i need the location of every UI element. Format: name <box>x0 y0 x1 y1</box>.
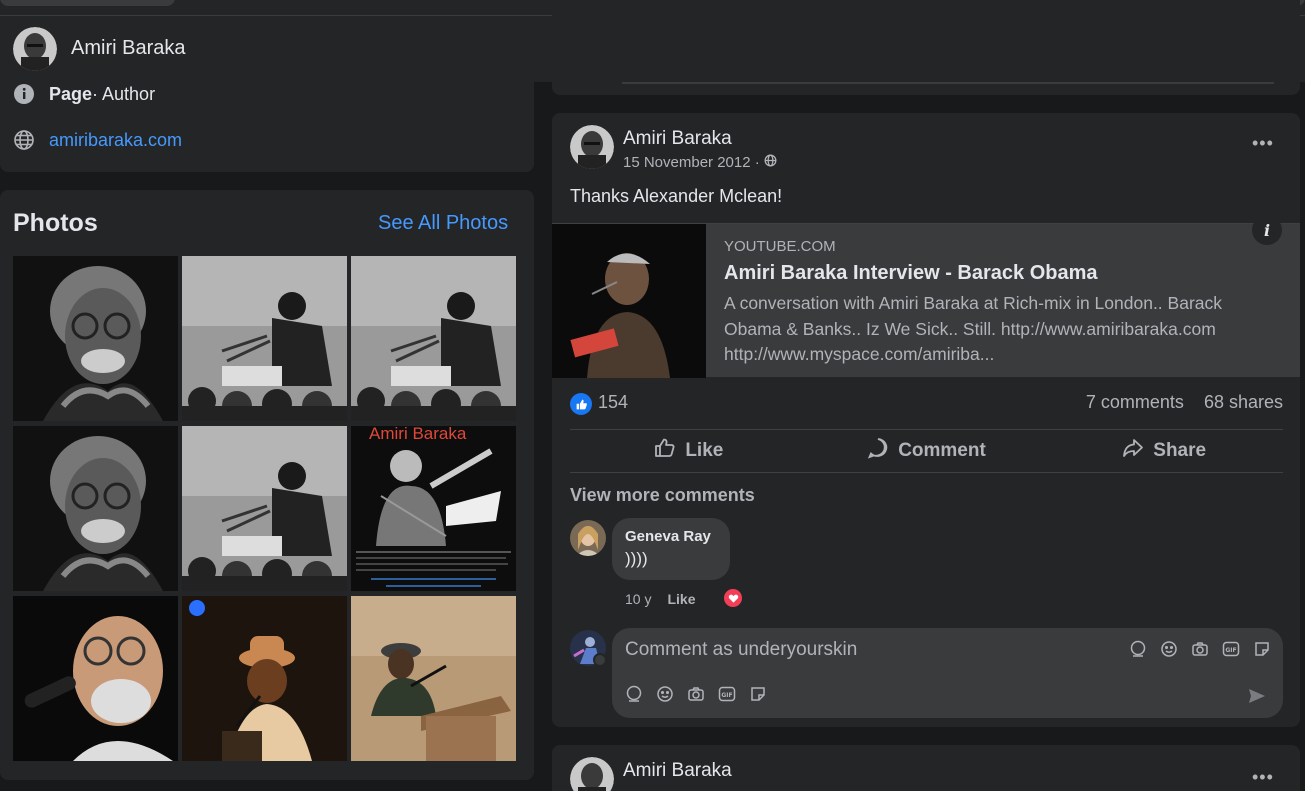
page-type-label: Page <box>49 83 93 104</box>
photos-grid: Amiri Baraka <box>13 256 517 761</box>
intro-card: Page · Author amiribaraka.com <box>0 72 534 172</box>
page-name[interactable]: Amiri Baraka <box>71 37 185 60</box>
link-title[interactable]: Amiri Baraka Interview - Barack Obama <box>724 262 1098 285</box>
gif-icon[interactable]: GIF <box>718 685 736 703</box>
photos-heading: Photos <box>13 209 98 237</box>
post-date[interactable]: 15 November 2012 · <box>623 154 760 171</box>
comment-label: Comment <box>898 440 986 461</box>
camera-icon[interactable] <box>1191 640 1209 658</box>
avatar-sticker-icon[interactable] <box>1129 640 1147 658</box>
emoji-icon[interactable] <box>656 685 674 703</box>
share-icon <box>1122 437 1144 465</box>
comment-button[interactable]: Comment <box>808 430 1046 472</box>
post-more-button[interactable]: ••• <box>1252 133 1274 154</box>
link-description: A conversation with Amiri Baraka at Rich… <box>724 293 1222 364</box>
sticker-icon[interactable] <box>749 685 767 703</box>
post-text: Thanks Alexander Mclean! <box>570 186 783 206</box>
comments-count[interactable]: 7 comments <box>1086 392 1184 412</box>
link-thumbnail[interactable] <box>552 224 706 378</box>
comment-time[interactable]: 10 y <box>625 591 651 607</box>
composer-icons-bottom: GIF <box>625 685 767 703</box>
gif-icon[interactable]: GIF <box>1222 640 1240 658</box>
comments-shares: 7 comments 68 shares <box>1086 392 1283 413</box>
photo-thumbnail[interactable] <box>13 426 178 591</box>
shares-count[interactable]: 68 shares <box>1204 392 1283 412</box>
svg-text:GIF: GIF <box>721 692 732 699</box>
emoji-icon[interactable] <box>1160 640 1178 658</box>
post-author-avatar[interactable] <box>570 757 614 791</box>
like-button[interactable]: Like <box>570 430 808 472</box>
page-category: · Author <box>92 83 156 104</box>
globe-icon <box>13 129 35 151</box>
share-button[interactable]: Share <box>1045 430 1283 472</box>
post-actions: Like Comment Share <box>570 429 1283 473</box>
photo-thumbnail[interactable] <box>351 256 516 421</box>
sticker-icon[interactable] <box>1253 640 1271 658</box>
comment-text: )))) <box>625 549 648 568</box>
photos-card: Photos See All Photos Amiri Baraka <box>0 190 534 780</box>
like-label: Like <box>685 440 724 461</box>
commenter-name[interactable]: Geneva Ray <box>625 528 717 545</box>
post-author-avatar[interactable] <box>570 125 614 169</box>
camera-icon[interactable] <box>687 685 705 703</box>
comment-input[interactable]: Comment as underyourskin GIF GIF <box>612 628 1283 718</box>
view-more-comments-link[interactable]: View more comments <box>570 485 755 506</box>
account-switcher-chevron-icon[interactable] <box>593 653 607 667</box>
photo-thumbnail[interactable] <box>13 256 178 421</box>
feed-post-next: Amiri Baraka ••• <box>552 745 1300 791</box>
globe-icon <box>764 154 777 171</box>
link-domain: YOUTUBE.COM <box>724 238 836 255</box>
see-all-photos-link[interactable]: See All Photos <box>378 212 508 235</box>
previous-post-remnant <box>552 0 1300 95</box>
search-pill[interactable] <box>0 0 175 6</box>
comment-input-placeholder: Comment as underyourskin <box>625 639 858 660</box>
link-preview[interactable]: YOUTUBE.COM Amiri Baraka Interview - Bar… <box>552 223 1300 378</box>
avatar-sticker-icon[interactable] <box>625 685 643 703</box>
divider <box>622 82 1274 84</box>
heart-reaction-icon[interactable] <box>722 587 744 609</box>
post-author-name[interactable]: Amiri Baraka <box>623 760 732 782</box>
comment-icon <box>867 437 889 465</box>
photo-thumbnail[interactable] <box>182 256 347 421</box>
page-avatar[interactable] <box>13 27 57 71</box>
reactions-count[interactable]: 154 <box>598 392 628 413</box>
photo-thumbnail[interactable] <box>182 426 347 591</box>
share-label: Share <box>1153 440 1207 461</box>
website-row: amiribaraka.com <box>13 129 182 151</box>
composer-icons-top: GIF <box>1129 640 1271 658</box>
photo-thumbnail-poster[interactable]: Amiri Baraka <box>351 426 516 591</box>
svg-text:GIF: GIF <box>1225 647 1236 654</box>
send-icon[interactable] <box>1247 686 1267 711</box>
link-info-button[interactable]: i <box>1252 215 1282 245</box>
page-type-row: Page · Author <box>13 83 155 105</box>
comment-like-button[interactable]: Like <box>667 591 695 607</box>
post-more-button[interactable]: ••• <box>1252 767 1274 788</box>
post-timestamp: 15 November 2012 · <box>623 154 777 171</box>
info-icon <box>13 83 35 105</box>
feed-post: Amiri Baraka 15 November 2012 · ••• Than… <box>552 113 1300 727</box>
photo-thumbnail[interactable] <box>351 596 516 761</box>
commenter-avatar[interactable] <box>570 520 606 556</box>
thumbs-up-icon <box>654 437 676 465</box>
comment-bubble: Geneva Ray )))) <box>612 518 730 580</box>
photo-thumbnail[interactable] <box>182 596 347 761</box>
photo-thumbnail[interactable] <box>13 596 178 761</box>
like-reaction-icon[interactable] <box>570 393 592 415</box>
post-author-name[interactable]: Amiri Baraka <box>623 128 732 150</box>
website-link[interactable]: amiribaraka.com <box>49 130 182 151</box>
post-stats: 154 7 comments 68 shares <box>570 391 1283 415</box>
